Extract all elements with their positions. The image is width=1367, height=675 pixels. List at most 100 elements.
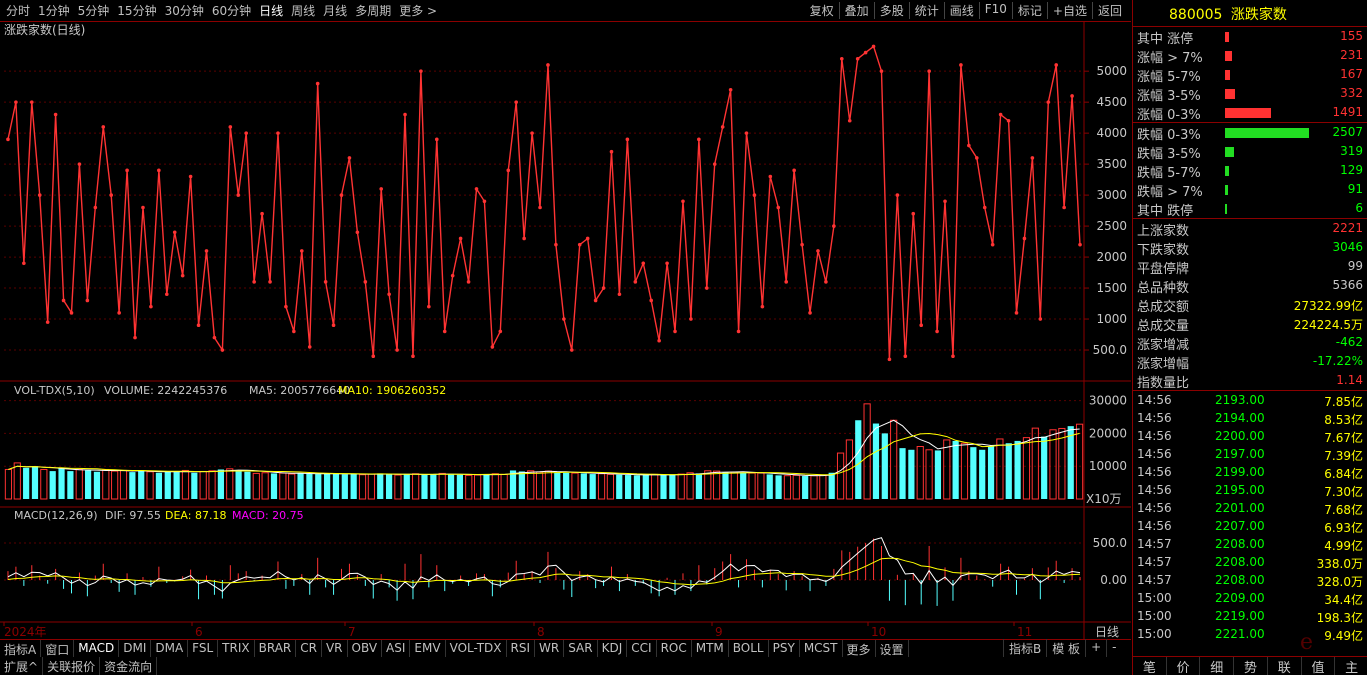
indicator-tab-8[interactable]: CR <box>296 640 322 657</box>
volume-bar <box>775 475 782 499</box>
indicator-tab-19[interactable]: ROC <box>657 640 692 657</box>
panel-tab-0[interactable]: 笔 <box>1133 657 1166 675</box>
panel-tab-2[interactable]: 细 <box>1199 657 1233 675</box>
tool-tab-1[interactable]: 叠加 <box>838 2 874 19</box>
data-point <box>530 131 534 135</box>
tool-tab-8[interactable]: 返回 <box>1091 2 1127 19</box>
indicator-tab-4[interactable]: DMA <box>151 640 189 657</box>
indicator-tab-21[interactable]: BOLL <box>729 640 769 657</box>
volume-bar <box>394 474 402 500</box>
stat-row: 涨家增减 -462 <box>1133 333 1367 353</box>
y-tick-label: 500.0 <box>1093 343 1127 357</box>
indicator-right-tab-3[interactable]: - <box>1106 639 1121 657</box>
bottom-tab-1[interactable]: 关联报价 <box>43 657 101 675</box>
volume-bar <box>563 472 570 499</box>
tool-tab-0[interactable]: 复权 <box>805 2 839 19</box>
indicator-tab-0[interactable]: 指标A <box>0 640 42 657</box>
volume-bar <box>430 474 437 499</box>
tool-tab-5[interactable]: F10 <box>978 2 1012 19</box>
period-tab-2[interactable]: 5分钟 <box>78 2 110 19</box>
tick-amount: 7.39亿 <box>1324 449 1363 463</box>
period-tab-5[interactable]: 60分钟 <box>212 2 251 19</box>
tool-tab-3[interactable]: 统计 <box>908 2 944 19</box>
x-tick-label: 8 <box>537 625 545 639</box>
indicator-right-tab-1[interactable]: 模 板 <box>1046 639 1085 657</box>
volume-bar <box>1014 440 1021 499</box>
stat-label: 涨家增幅 <box>1137 357 1190 372</box>
volume-bar <box>217 469 224 499</box>
period-tab-6[interactable]: 日线 <box>259 2 283 19</box>
data-point <box>649 298 654 303</box>
indicator-tab-18[interactable]: CCI <box>627 640 657 657</box>
panel-tab-4[interactable]: 联 <box>1266 657 1301 675</box>
tool-tab-7[interactable]: +自选 <box>1046 2 1092 19</box>
bottom-tab-2[interactable]: 资金流向 <box>100 657 158 675</box>
indicator-tab-11[interactable]: ASI <box>382 640 411 657</box>
tick-row: 14:56 2195.00 7.30亿 <box>1133 481 1367 499</box>
indicator-tab-9[interactable]: VR <box>322 640 348 657</box>
indicator-tab-10[interactable]: OBV <box>348 640 383 657</box>
volume-bar <box>863 403 871 500</box>
period-tab-10[interactable]: 更多 > <box>399 2 437 19</box>
indicator-right-tab-2[interactable]: + <box>1085 639 1106 657</box>
indicator-right-tab-0[interactable]: 指标B <box>1003 639 1046 657</box>
indicator-tab-15[interactable]: WR <box>535 640 565 657</box>
tick-time: 14:56 <box>1137 411 1172 425</box>
down_rows-label: 跌幅 5-7% <box>1137 166 1201 181</box>
volume-bar <box>952 440 959 499</box>
indicator-tab-12[interactable]: EMV <box>410 640 446 657</box>
period-tab-7[interactable]: 周线 <box>291 2 315 19</box>
indicator-tab-24[interactable]: 更多 <box>843 640 876 657</box>
tool-tab-4[interactable]: 画线 <box>943 2 979 19</box>
tick-amount: 198.3亿 <box>1316 611 1363 625</box>
indicator-tab-7[interactable]: BRAR <box>255 640 297 657</box>
panel-tab-1[interactable]: 价 <box>1165 657 1200 675</box>
data-point <box>101 125 106 129</box>
volume-bar <box>748 472 756 500</box>
panel-tab-6[interactable]: 主 <box>1334 657 1367 675</box>
indicator-tab-25[interactable]: 设置 <box>876 640 909 657</box>
indicator-tab-22[interactable]: PSY <box>769 640 800 657</box>
panel-tab-3[interactable]: 势 <box>1233 657 1267 675</box>
volume-bar <box>58 467 65 499</box>
period-tab-4[interactable]: 30分钟 <box>165 2 204 19</box>
indicator-tab-1[interactable]: 窗口 <box>41 640 75 657</box>
indicator-tab-16[interactable]: SAR <box>564 640 598 657</box>
period-tab-3[interactable]: 15分钟 <box>117 2 156 19</box>
data-point <box>585 236 590 241</box>
indicator-tab-13[interactable]: VOL-TDX <box>446 640 507 657</box>
indicator-tab-3[interactable]: DMI <box>119 640 152 657</box>
data-point <box>617 292 622 297</box>
up_rows-value: 155 <box>1340 29 1363 43</box>
data-point <box>299 249 304 253</box>
tool-tab-6[interactable]: 标记 <box>1011 2 1047 19</box>
panel-tab-5[interactable]: 值 <box>1300 657 1335 675</box>
bottom-tab-0[interactable]: 扩展^ <box>0 657 44 675</box>
volume-bar <box>686 472 694 500</box>
indicator-tab-23[interactable]: MCST <box>800 640 843 657</box>
tick-price: 2194.00 <box>1215 411 1265 425</box>
data-point <box>85 298 90 303</box>
data-point <box>403 112 407 117</box>
data-point <box>887 357 892 362</box>
period-tab-1[interactable]: 1分钟 <box>38 2 70 19</box>
indicator-tab-14[interactable]: RSI <box>507 640 536 657</box>
volume-bar <box>288 473 296 500</box>
data-point <box>450 273 455 278</box>
volume-bar <box>606 473 614 500</box>
indicator-tab-2[interactable]: MACD <box>74 640 120 657</box>
indicator-tab-17[interactable]: KDJ <box>598 640 628 657</box>
period-tab-9[interactable]: 多周期 <box>355 2 391 19</box>
data-point <box>93 205 98 210</box>
macd-label-macd: MACD: 20.75 <box>232 509 304 522</box>
main-chart-title: 涨跌家数(日线) <box>4 22 85 37</box>
indicator-tab-6[interactable]: TRIX <box>218 640 255 657</box>
indicator-tab-20[interactable]: MTM <box>692 640 729 657</box>
tool-tab-2[interactable]: 多股 <box>873 2 909 19</box>
indicator-tab-5[interactable]: FSL <box>188 640 219 657</box>
data-point <box>188 174 193 179</box>
chart-canvas[interactable]: 500.0 1000 1500 2000 2500 3000 3500 4000 4500 500… <box>0 22 1131 639</box>
period-tab-8[interactable]: 月线 <box>323 2 347 19</box>
period-tab-0[interactable]: 分时 <box>6 2 30 19</box>
y-tick-label: 30000 <box>1089 394 1127 408</box>
